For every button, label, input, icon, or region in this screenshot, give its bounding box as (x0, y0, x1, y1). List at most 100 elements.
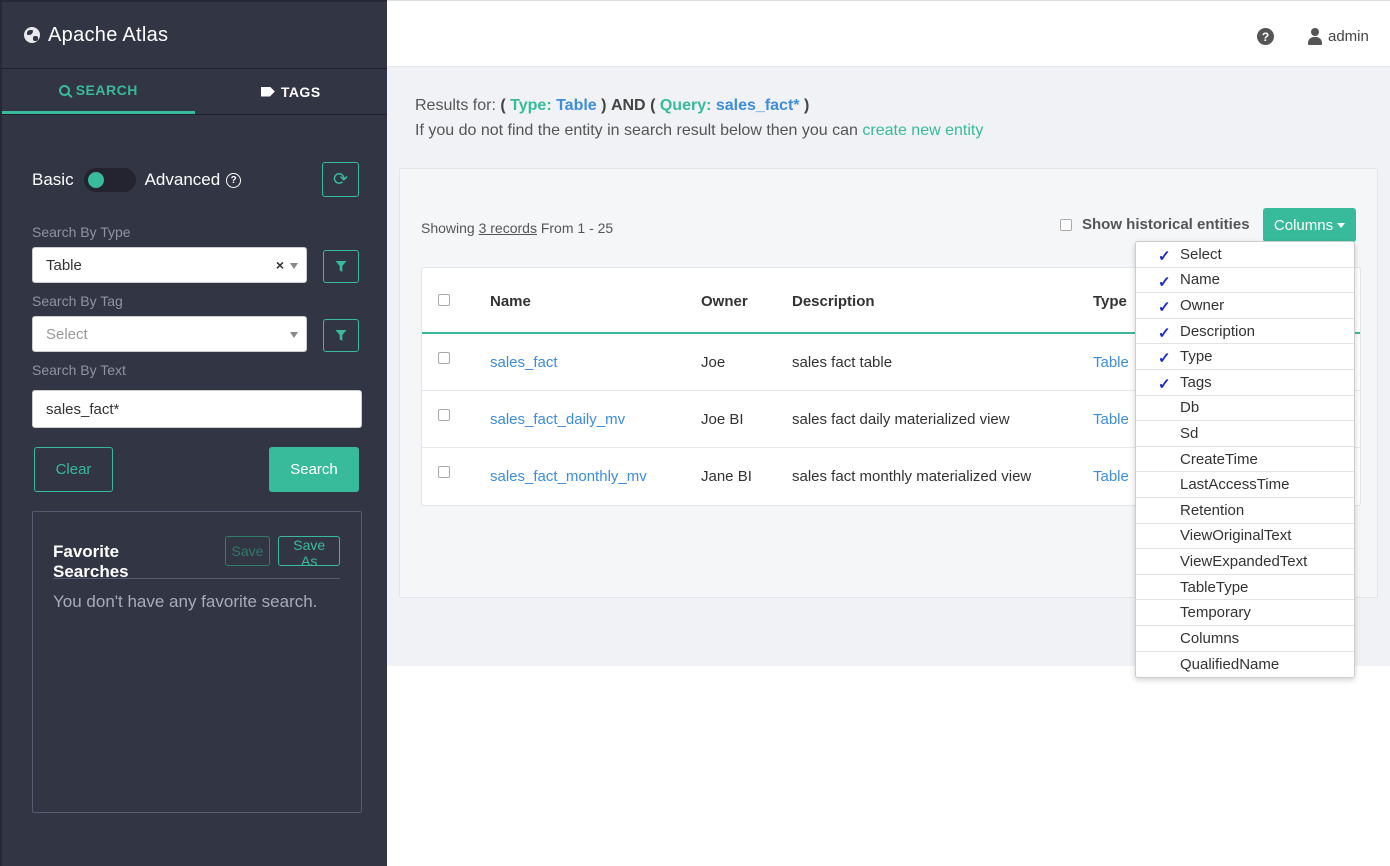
entity-description: sales fact monthly materialized view (792, 468, 1032, 485)
column-toggle-item[interactable]: Db (1136, 396, 1354, 422)
search-text-input[interactable] (32, 390, 362, 428)
app-title: Apache Atlas (48, 23, 169, 46)
search-icon (58, 84, 70, 96)
brand[interactable]: Apache Atlas (2, 2, 387, 69)
entity-type-link[interactable]: Table (1093, 411, 1129, 428)
tab-tags-label: TAGS (280, 83, 321, 100)
row-checkbox[interactable] (438, 466, 450, 478)
column-header-description[interactable]: Description (792, 293, 875, 310)
column-toggle-label: Type (1180, 348, 1213, 366)
create-entity-hint: If you do not find the entity in search … (415, 122, 983, 140)
type-select-value: Table (46, 256, 82, 274)
check-icon: ✓ (1158, 248, 1171, 265)
column-toggle-label: Name (1180, 271, 1221, 289)
refresh-icon: ⟳ (332, 169, 349, 189)
query-value: sales_fact* (715, 97, 800, 114)
paren-close: ) (601, 97, 607, 114)
entity-name-link[interactable]: sales_fact_daily_mv (490, 411, 625, 428)
records-count-link[interactable]: 3 records (479, 220, 537, 236)
tag-select[interactable]: Select (32, 316, 307, 352)
column-toggle-item[interactable]: ViewOriginalText (1136, 524, 1354, 550)
save-as-favorite-button[interactable]: Save As (278, 536, 340, 569)
paren-close: ) (803, 97, 810, 114)
entity-name-link[interactable]: sales_fact_monthly_mv (490, 468, 647, 485)
favorite-searches-title: Favorite Searches (53, 542, 129, 581)
results-prefix: Results for: (415, 97, 496, 114)
check-icon: ✓ (1158, 375, 1171, 393)
filter-icon (335, 330, 347, 341)
chevron-down-icon (290, 263, 298, 269)
entity-description: sales fact table (792, 354, 893, 371)
column-toggle-item[interactable]: CreateTime (1136, 447, 1354, 473)
select-all-checkbox[interactable] (438, 294, 450, 306)
column-toggle-item[interactable]: ✓ Owner (1136, 293, 1354, 319)
column-header-name[interactable]: Name (490, 293, 531, 310)
columns-button[interactable]: Columns (1263, 208, 1356, 242)
column-toggle-item[interactable]: ✓ Description (1136, 319, 1354, 345)
column-toggle-label: ViewOriginalText (1180, 527, 1292, 545)
column-toggle-item[interactable]: ✓ Select (1136, 242, 1354, 268)
clear-type-icon[interactable]: × (276, 257, 284, 273)
columns-dropdown-menu: ✓ Select ✓ Name ✓ Owner ✓ Description ✓ Type ✓ Tags… (1135, 241, 1355, 678)
column-toggle-item[interactable]: ✓ Tags (1136, 370, 1354, 396)
entity-type-link[interactable]: Table (1093, 354, 1129, 371)
column-toggle-label: Sd (1180, 424, 1199, 442)
search-button[interactable]: Search (269, 447, 359, 492)
tag-filter-button[interactable] (323, 319, 359, 352)
column-toggle-item[interactable]: ✓ Name (1136, 268, 1354, 294)
column-header-owner[interactable]: Owner (701, 293, 748, 310)
favorite-searches-panel: Favorite Searches Save Save As You don't… (32, 511, 362, 813)
entity-type-link[interactable]: Table (1093, 468, 1129, 485)
sidebar-tabs: SEARCH TAGS (2, 69, 387, 115)
type-filter-button[interactable] (323, 250, 359, 283)
advanced-label: Advanced (144, 170, 221, 189)
user-icon (1308, 28, 1322, 45)
tab-tags[interactable]: TAGS (195, 69, 388, 114)
search-by-type-label: Search By Type (32, 224, 131, 240)
column-toggle-item[interactable]: Retention (1136, 498, 1354, 524)
user-name: admin (1328, 28, 1369, 45)
historical-checkbox[interactable] (1060, 218, 1072, 231)
column-toggle-item[interactable]: LastAccessTime (1136, 472, 1354, 498)
columns-button-label: Columns (1273, 216, 1334, 234)
column-toggle-item[interactable]: Temporary (1136, 600, 1354, 626)
switch-knob (87, 172, 104, 188)
entity-owner: Jane BI (701, 468, 752, 485)
check-icon: ✓ (1158, 299, 1171, 317)
tags-icon (260, 86, 275, 97)
column-toggle-item[interactable]: ✓ Type (1136, 344, 1354, 370)
column-toggle-label: Db (1180, 399, 1200, 417)
column-toggle-item[interactable]: QualifiedName (1136, 652, 1354, 678)
column-toggle-item[interactable]: ViewExpandedText (1136, 549, 1354, 575)
favorite-searches-header: Favorite Searches Save Save As (53, 536, 340, 581)
clear-button[interactable]: Clear (34, 447, 113, 492)
row-checkbox[interactable] (438, 352, 450, 364)
check-icon: ✓ (1158, 350, 1171, 368)
column-toggle-item[interactable]: TableType (1136, 575, 1354, 601)
column-header-type[interactable]: Type (1093, 293, 1127, 310)
hint-text: If you do not find the entity in search … (415, 122, 858, 139)
create-new-entity-link[interactable]: create new entity (862, 122, 983, 139)
search-mode-switch[interactable] (83, 168, 136, 192)
tab-search[interactable]: SEARCH (2, 69, 195, 114)
type-select[interactable]: Table × (32, 247, 307, 283)
tab-search-label: SEARCH (75, 82, 138, 98)
question-circle-icon[interactable]: ? (226, 172, 242, 188)
row-checkbox[interactable] (438, 409, 450, 421)
column-toggle-label: Tags (1180, 373, 1212, 391)
save-favorite-button[interactable]: Save (224, 536, 271, 566)
query-keyword: Query: (659, 97, 712, 114)
check-icon: ✓ (1158, 324, 1171, 342)
entity-name-link[interactable]: sales_fact (490, 354, 558, 371)
column-toggle-item[interactable]: Sd (1136, 421, 1354, 447)
search-by-text-label: Search By Text (32, 362, 126, 378)
globe-icon (24, 27, 40, 43)
column-toggle-label: LastAccessTime (1180, 476, 1290, 494)
historical-entities-toggle[interactable]: Show historical entities (1060, 216, 1250, 233)
help-icon[interactable]: ? (1257, 28, 1274, 45)
user-menu[interactable]: admin (1308, 28, 1369, 45)
search-by-tag-label: Search By Tag (32, 293, 123, 309)
refresh-button[interactable]: ⟳ (322, 162, 359, 197)
check-icon: ✓ (1158, 273, 1171, 291)
column-toggle-item[interactable]: Columns (1136, 626, 1354, 652)
